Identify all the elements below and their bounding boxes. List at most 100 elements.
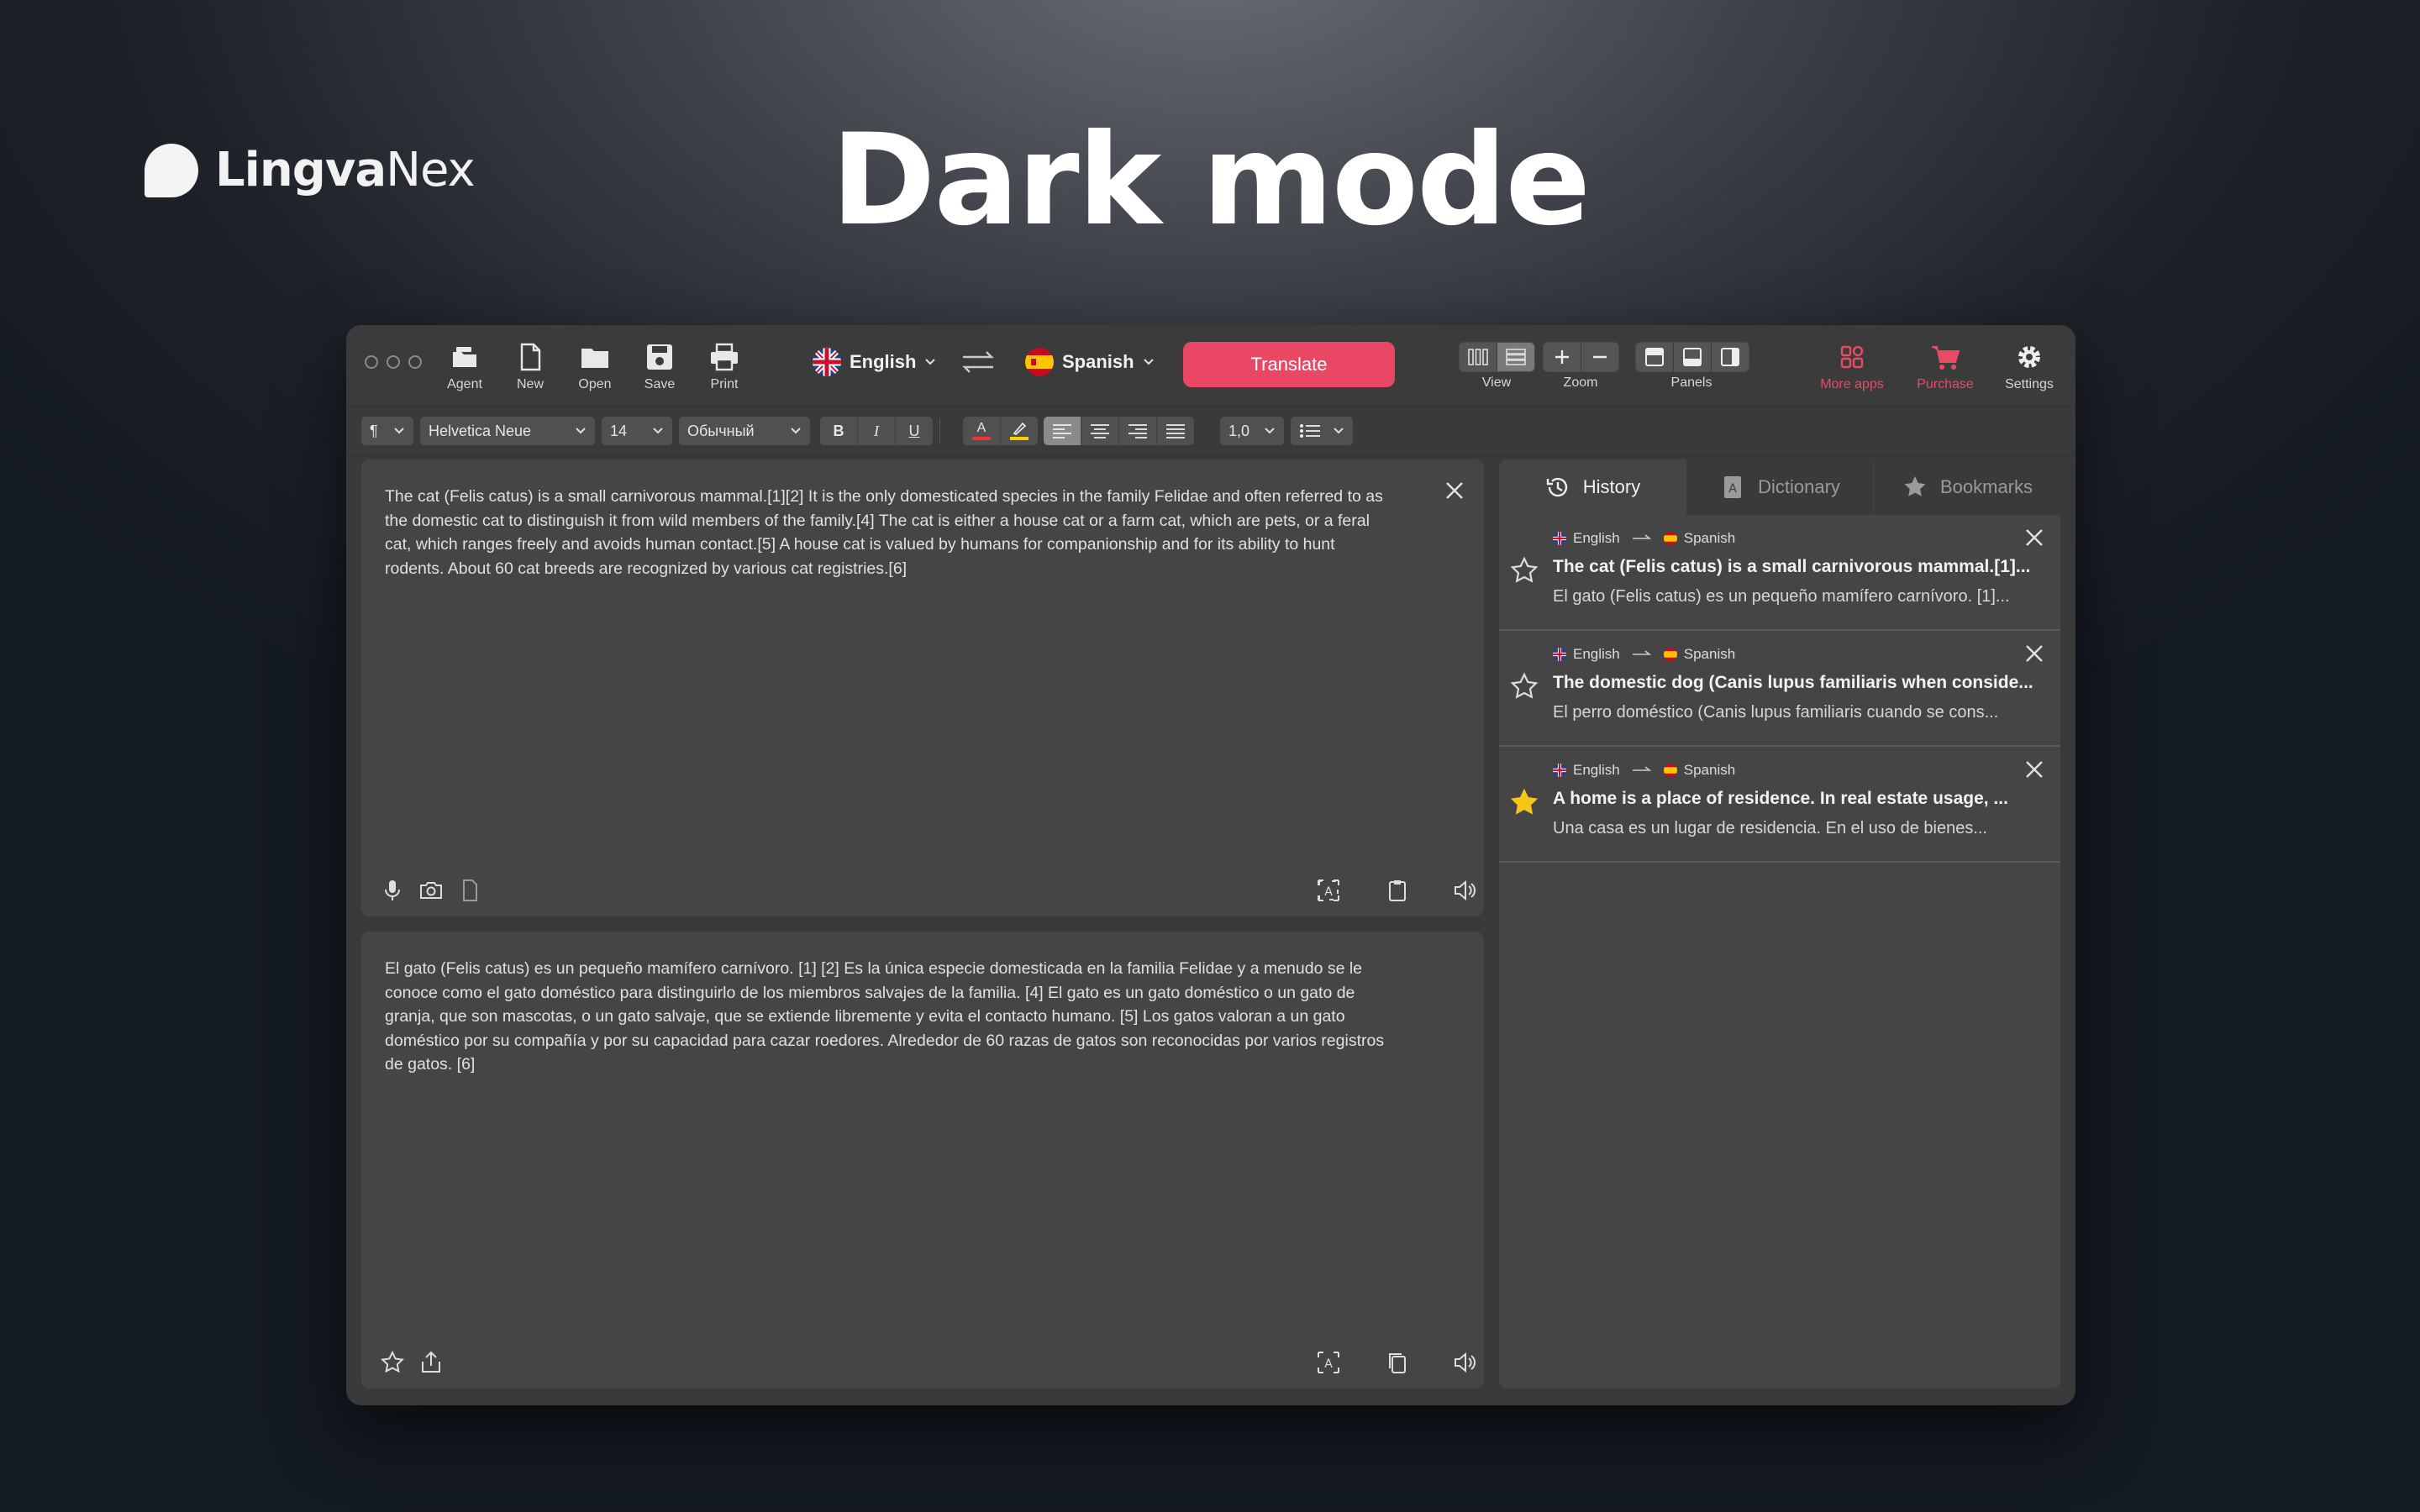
align-right-button[interactable] <box>1119 417 1157 445</box>
tab-dictionary[interactable]: A Dictionary <box>1686 459 1874 515</box>
uk-flag-icon <box>813 348 841 376</box>
star-outline-icon[interactable] <box>1509 671 1539 701</box>
line-spacing-select[interactable]: 1,0 <box>1220 417 1284 445</box>
target-language-select[interactable]: Spanish <box>1025 345 1155 379</box>
print-button[interactable]: Print <box>695 342 754 392</box>
history-item[interactable]: English Spanish A home is a place of res… <box>1499 747 2060 863</box>
minimize-window-button[interactable] <box>387 355 400 369</box>
speak-translation-button[interactable] <box>1452 1350 1477 1375</box>
zoom-control <box>1543 342 1619 372</box>
copy-icon <box>1389 1353 1406 1373</box>
settings-button[interactable]: Settings <box>1991 342 2067 392</box>
history-from-language: English <box>1573 530 1620 546</box>
arrow-right-icon <box>1632 534 1652 539</box>
align-justify-button[interactable] <box>1157 417 1194 445</box>
font-size-label: 14 <box>610 422 628 439</box>
delete-history-icon[interactable] <box>2023 527 2045 549</box>
copy-button[interactable] <box>1385 1350 1410 1375</box>
text-color-button[interactable]: A <box>963 417 1001 445</box>
app-window: Agent New Open Save Print English Spanis… <box>346 325 2075 1405</box>
swap-languages-icon[interactable] <box>961 350 995 374</box>
share-button[interactable] <box>418 1350 444 1375</box>
paragraph-style-select[interactable]: ¶ <box>361 417 413 445</box>
svg-text:A: A <box>1324 885 1333 899</box>
svg-text:A: A <box>1728 482 1737 496</box>
settings-label: Settings <box>2005 377 2054 391</box>
tab-dictionary-label: Dictionary <box>1758 476 1840 497</box>
agent-icon <box>453 347 476 367</box>
source-text-area[interactable]: The cat (Felis catus) is a small carnivo… <box>385 485 1393 580</box>
delete-history-icon[interactable] <box>2023 643 2045 664</box>
delete-history-icon[interactable] <box>2023 759 2045 780</box>
more-apps-button[interactable]: More apps <box>1812 342 1892 392</box>
microphone-button[interactable] <box>380 878 405 903</box>
star-outline-icon <box>380 1350 405 1373</box>
align-left-button[interactable] <box>1044 417 1081 445</box>
bold-button[interactable]: B <box>820 417 858 445</box>
text-recognition-icon: A <box>1318 1352 1339 1373</box>
open-label: Open <box>578 377 612 391</box>
tab-history[interactable]: History <box>1499 459 1686 515</box>
zoom-in-button[interactable] <box>1544 343 1581 371</box>
speak-source-button[interactable] <box>1452 878 1477 903</box>
view-rows-button[interactable] <box>1497 343 1534 371</box>
underline-button[interactable]: U <box>896 417 933 445</box>
text-style-select[interactable]: Обычный <box>679 417 810 445</box>
text-color-glyph: A <box>976 421 986 435</box>
highlight-color-button[interactable] <box>1001 417 1038 445</box>
history-translation-text: El perro doméstico (Canis lupus familiar… <box>1553 703 1999 722</box>
align-justify-icon <box>1166 424 1185 438</box>
source-language-select[interactable]: English <box>813 345 936 379</box>
star-filled-icon[interactable] <box>1509 787 1539 817</box>
folder-icon <box>581 349 608 368</box>
tab-bookmarks-label: Bookmarks <box>1939 476 2033 497</box>
history-item[interactable]: English Spanish The domestic dog (Canis … <box>1499 631 2060 747</box>
history-languages: English Spanish <box>1553 530 1735 547</box>
hero-title: Dark mode <box>830 108 1591 254</box>
view-columns-button[interactable] <box>1460 343 1497 371</box>
minus-icon <box>1593 355 1607 359</box>
columns-icon <box>1468 349 1488 365</box>
new-button[interactable]: New <box>501 342 560 392</box>
zoom-window-button[interactable] <box>408 355 422 369</box>
close-window-button[interactable] <box>365 355 378 369</box>
panel-side-button[interactable] <box>1712 343 1749 371</box>
italic-button[interactable]: I <box>858 417 896 445</box>
history-languages: English Spanish <box>1553 646 1735 663</box>
new-document-icon <box>520 343 541 371</box>
tab-bookmarks[interactable]: Bookmarks <box>1874 459 2060 515</box>
camera-button[interactable] <box>418 878 444 903</box>
ocr-button[interactable]: A <box>1316 878 1341 903</box>
history-sidebar: History A Dictionary Bookmarks English S… <box>1499 459 2060 1389</box>
panel-bottom-button[interactable] <box>1674 343 1712 371</box>
paste-button[interactable] <box>1385 878 1410 903</box>
open-button[interactable]: Open <box>566 342 624 392</box>
star-outline-icon[interactable] <box>1509 555 1539 585</box>
view-label: View <box>1481 375 1512 390</box>
history-translation-text: Una casa es un lugar de residencia. En e… <box>1553 819 1987 837</box>
history-icon <box>1546 477 1567 497</box>
save-button[interactable]: Save <box>630 342 689 392</box>
translation-panel: El gato (Felis catus) es un pequeño mamí… <box>361 932 1484 1389</box>
highlight-color-swatch <box>1010 437 1028 440</box>
panel-top-icon <box>1645 348 1664 366</box>
dictionary-icon: A <box>1724 476 1742 498</box>
font-size-select[interactable]: 14 <box>602 417 672 445</box>
font-family-select[interactable]: Helvetica Neue <box>420 417 595 445</box>
document-button[interactable] <box>457 878 482 903</box>
zoom-out-button[interactable] <box>1581 343 1618 371</box>
clear-source-icon[interactable] <box>1444 480 1465 501</box>
list-style-select[interactable] <box>1291 417 1353 445</box>
ocr-button-target[interactable]: A <box>1316 1350 1341 1375</box>
purchase-button[interactable]: Purchase <box>1907 342 1983 392</box>
bookmark-button[interactable] <box>380 1350 405 1375</box>
align-center-button[interactable] <box>1081 417 1119 445</box>
agent-label: Agent <box>447 377 482 391</box>
arrow-right-icon <box>1632 650 1652 655</box>
panel-top-button[interactable] <box>1636 343 1674 371</box>
translate-button[interactable]: Translate <box>1183 342 1395 387</box>
agent-button[interactable]: Agent <box>435 342 494 392</box>
paragraph-label: ¶ <box>370 422 378 439</box>
source-text-panel: The cat (Felis catus) is a small carnivo… <box>361 459 1484 916</box>
history-item[interactable]: English Spanish The cat (Felis catus) is… <box>1499 515 2060 631</box>
